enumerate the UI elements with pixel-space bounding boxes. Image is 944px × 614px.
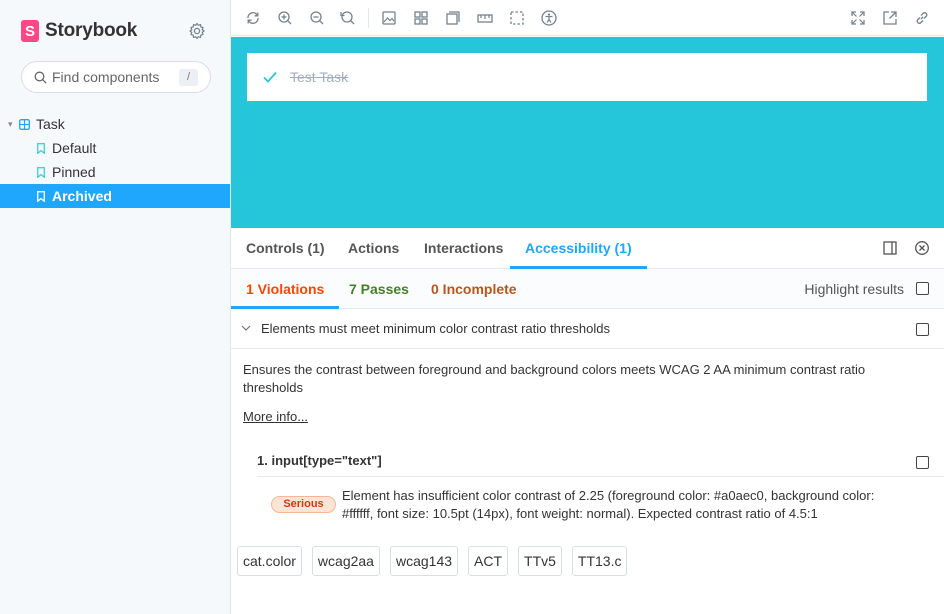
background-icon[interactable] xyxy=(380,9,398,27)
tab-incomplete[interactable]: 0 Incomplete xyxy=(431,269,517,309)
component-tree: ▾ Task Default Pinned Archived xyxy=(0,112,230,208)
addons-tabs: Controls (1) Actions Interactions Access… xyxy=(231,228,944,269)
sidebar: S Storybook / ▾ Task xyxy=(0,0,231,614)
tree-story-label: Pinned xyxy=(52,164,96,180)
accessibility-icon[interactable] xyxy=(540,9,558,27)
tab-controls[interactable]: Controls (1) xyxy=(246,228,325,269)
component-icon xyxy=(19,118,30,130)
element-description: Element has insufficient color contrast … xyxy=(342,488,875,521)
measure-icon[interactable] xyxy=(476,9,494,27)
tab-passes[interactable]: 7 Passes xyxy=(349,269,409,309)
impact-badge: Serious xyxy=(271,496,336,513)
gear-icon[interactable] xyxy=(188,22,206,40)
tree-story-label: Archived xyxy=(52,188,112,204)
a11y-subtabs: 1 Violations 7 Passes 0 Incomplete Highl… xyxy=(231,269,944,309)
outline-icon[interactable] xyxy=(508,9,526,27)
element-header[interactable]: 1. input[type="text"] xyxy=(257,449,944,477)
tree-story-default[interactable]: Default xyxy=(0,136,230,160)
rule-header[interactable]: Elements must meet minimum color contras… xyxy=(231,309,944,349)
more-info-link[interactable]: More info... xyxy=(243,409,308,424)
chevron-down-icon[interactable] xyxy=(241,323,251,333)
zoom-out-icon[interactable] xyxy=(308,9,326,27)
tab-violations[interactable]: 1 Violations xyxy=(231,269,340,309)
bookmark-icon xyxy=(37,166,45,178)
rule-tag: wcag2aa xyxy=(311,546,380,576)
zoom-in-icon[interactable] xyxy=(276,9,294,27)
tree-component-task[interactable]: ▾ Task xyxy=(0,112,230,136)
panel-position-icon[interactable] xyxy=(882,240,898,256)
highlight-results-checkbox[interactable] xyxy=(916,282,929,295)
reload-icon[interactable] xyxy=(244,9,262,27)
rule-tag: wcag143 xyxy=(389,546,459,576)
rule-tag: TT13.c xyxy=(571,546,628,576)
search-shortcut-key: / xyxy=(179,69,198,86)
brand-name: Storybook xyxy=(45,20,138,41)
tree-story-pinned[interactable]: Pinned xyxy=(0,160,230,184)
copy-link-icon[interactable] xyxy=(913,9,931,27)
search-icon xyxy=(34,71,47,84)
tab-actions[interactable]: Actions xyxy=(348,228,399,269)
element-highlight-checkbox[interactable] xyxy=(916,456,929,469)
chevron-down-icon[interactable]: ▾ xyxy=(8,119,16,130)
tab-accessibility[interactable]: Accessibility (1) xyxy=(510,228,647,269)
tree-component-label: Task xyxy=(36,116,65,132)
close-icon[interactable] xyxy=(914,240,930,256)
search-box[interactable]: / xyxy=(21,61,211,93)
grid-icon[interactable] xyxy=(412,9,430,27)
rule-tag: cat.color xyxy=(237,546,302,576)
rule-description: Ensures the contrast between foreground … xyxy=(243,362,866,395)
storybook-logo-icon: S xyxy=(21,20,39,42)
search-input[interactable] xyxy=(52,69,170,85)
element-selector: 1. input[type="text"] xyxy=(257,453,382,468)
rule-title: Elements must meet minimum color contras… xyxy=(261,321,610,336)
task-item[interactable]: Test Task xyxy=(247,53,927,101)
bookmark-icon xyxy=(37,190,45,202)
tab-interactions[interactable]: Interactions xyxy=(424,228,503,269)
brand[interactable]: S Storybook xyxy=(21,20,137,42)
preview-canvas: Test Task xyxy=(231,37,944,228)
rule-highlight-checkbox[interactable] xyxy=(916,323,929,336)
main-area: Test Task Controls (1) Actions Interacti… xyxy=(231,0,944,614)
rule-tag: ACT xyxy=(468,546,509,576)
viewport-icon[interactable] xyxy=(444,9,462,27)
toolbar-divider xyxy=(368,8,369,28)
highlight-results-label: Highlight results xyxy=(804,281,904,297)
rule-tags: cat.color wcag2aa wcag143 ACT TTv5 TT13.… xyxy=(237,546,637,576)
task-title[interactable]: Test Task xyxy=(290,69,348,85)
bookmark-icon xyxy=(37,142,45,154)
addons-panel: Controls (1) Actions Interactions Access… xyxy=(231,228,944,614)
fullscreen-icon[interactable] xyxy=(849,9,867,27)
checkmark-icon[interactable] xyxy=(263,71,277,83)
tree-story-archived[interactable]: Archived xyxy=(0,184,230,208)
tree-story-label: Default xyxy=(52,140,97,156)
zoom-reset-icon[interactable] xyxy=(338,9,356,27)
preview-toolbar xyxy=(231,0,944,36)
rule-tag: TTv5 xyxy=(518,546,562,576)
open-new-tab-icon[interactable] xyxy=(881,9,899,27)
